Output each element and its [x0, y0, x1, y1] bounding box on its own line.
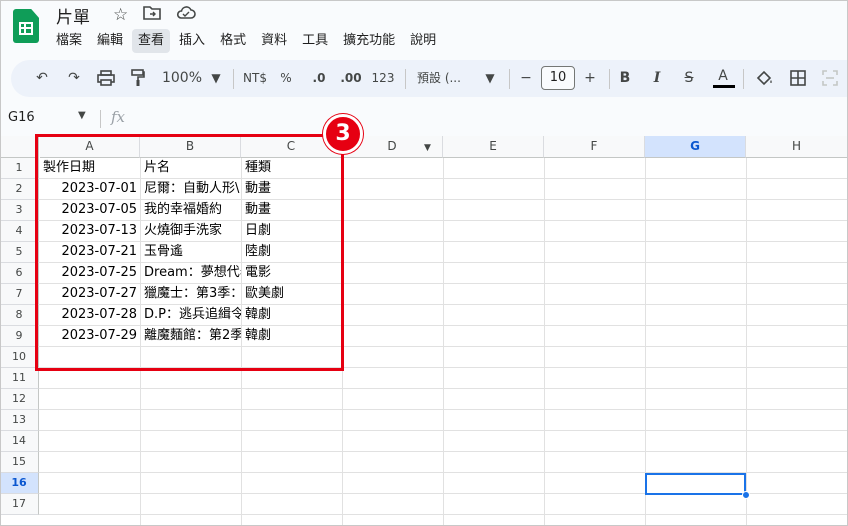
decrease-decimal-button[interactable]: .0: [307, 60, 331, 97]
gridline: [39, 430, 848, 431]
select-all-corner[interactable]: [0, 136, 39, 158]
toolbar-divider: [743, 69, 744, 89]
menu-view[interactable]: 查看: [132, 29, 171, 53]
column-header-e[interactable]: E: [443, 136, 544, 158]
row-header[interactable]: 10: [0, 347, 39, 368]
menu-bar: 檔案 編輯 查看 插入 格式 資料 工具 擴充功能 說明: [50, 29, 445, 53]
fill-color-icon[interactable]: [753, 60, 775, 97]
row-header[interactable]: 4: [0, 221, 39, 242]
menu-format[interactable]: 格式: [214, 29, 252, 53]
strikethrough-button[interactable]: S: [679, 60, 699, 97]
zoom-select[interactable]: 100%: [159, 60, 205, 97]
paint-format-icon[interactable]: [127, 60, 149, 97]
menu-file[interactable]: 檔案: [50, 29, 88, 53]
gridline: [746, 158, 747, 526]
column-menu-caret-icon[interactable]: ▼: [424, 143, 431, 153]
row-header[interactable]: 9: [0, 326, 39, 347]
row-header[interactable]: 13: [0, 410, 39, 431]
text-color-swatch: [713, 85, 735, 88]
font-size-decrease-button[interactable]: −: [516, 60, 536, 97]
selected-cell-g16[interactable]: [645, 473, 746, 495]
name-box[interactable]: G16: [8, 110, 35, 125]
row-header[interactable]: 15: [0, 452, 39, 473]
row-header[interactable]: 5: [0, 242, 39, 263]
gridline: [645, 158, 646, 526]
number-format-button[interactable]: 123: [371, 60, 395, 97]
merge-cells-icon[interactable]: [819, 60, 841, 97]
menu-tools[interactable]: 工具: [296, 29, 334, 53]
gridline: [544, 158, 545, 526]
gridline: [39, 409, 848, 410]
document-title[interactable]: 片單: [56, 3, 90, 28]
row-header[interactable]: 17: [0, 494, 39, 515]
row-header[interactable]: 1: [0, 158, 39, 179]
currency-format-button[interactable]: NT$: [240, 60, 270, 97]
row-header[interactable]: 11: [0, 368, 39, 389]
star-icon[interactable]: ☆: [113, 4, 128, 26]
fill-handle[interactable]: [742, 491, 750, 499]
text-color-button[interactable]: A: [713, 60, 733, 97]
toolbar-divider: [509, 69, 510, 89]
column-header-h[interactable]: H: [746, 136, 848, 158]
menu-insert[interactable]: 插入: [173, 29, 211, 53]
step-number-badge: 3: [323, 114, 363, 154]
print-icon[interactable]: [95, 60, 117, 97]
toolbar-divider: [233, 69, 234, 89]
annotation-highlight-box: [35, 134, 344, 371]
gridline: [39, 388, 848, 389]
cloud-status-icon[interactable]: [176, 4, 196, 26]
sheets-logo-icon[interactable]: [13, 9, 39, 43]
name-box-caret-icon[interactable]: ▼: [78, 110, 86, 121]
toolbar: ↶ ↷ 100% ▼ NT$ % .0 .00 123 預設 (... ▼ − …: [11, 60, 848, 97]
gridline: [39, 514, 848, 515]
redo-icon[interactable]: ↷: [63, 60, 85, 97]
formula-fx-icon: fx: [111, 108, 126, 126]
menu-edit[interactable]: 編輯: [91, 29, 129, 53]
zoom-caret-icon[interactable]: ▼: [211, 60, 221, 97]
row-header[interactable]: 12: [0, 389, 39, 410]
row-header-selected[interactable]: 16: [0, 473, 39, 494]
formula-bar-divider: [100, 110, 101, 128]
column-header-f[interactable]: F: [544, 136, 645, 158]
row-header[interactable]: 6: [0, 263, 39, 284]
borders-icon[interactable]: [787, 60, 809, 97]
font-select[interactable]: 預設 (...: [417, 60, 477, 97]
font-caret-icon[interactable]: ▼: [483, 60, 497, 97]
row-header[interactable]: 14: [0, 431, 39, 452]
font-size-increase-button[interactable]: +: [580, 60, 600, 97]
row-header[interactable]: 3: [0, 200, 39, 221]
column-header-g[interactable]: G: [645, 136, 746, 158]
undo-icon[interactable]: ↶: [31, 60, 53, 97]
menu-help[interactable]: 說明: [404, 29, 442, 53]
toolbar-divider: [609, 69, 610, 89]
row-header[interactable]: 2: [0, 179, 39, 200]
move-folder-icon[interactable]: [143, 4, 161, 26]
increase-decimal-button[interactable]: .00: [339, 60, 363, 97]
menu-data[interactable]: 資料: [255, 29, 293, 53]
toolbar-divider: [405, 69, 406, 89]
bold-button[interactable]: B: [615, 60, 635, 97]
italic-button[interactable]: I: [647, 60, 667, 97]
row-header[interactable]: 8: [0, 305, 39, 326]
menu-extensions[interactable]: 擴充功能: [337, 29, 401, 53]
percent-format-button[interactable]: %: [276, 60, 296, 97]
gridline: [443, 158, 444, 526]
row-header[interactable]: 7: [0, 284, 39, 305]
gridline: [39, 451, 848, 452]
font-size-input[interactable]: 10: [541, 66, 575, 90]
